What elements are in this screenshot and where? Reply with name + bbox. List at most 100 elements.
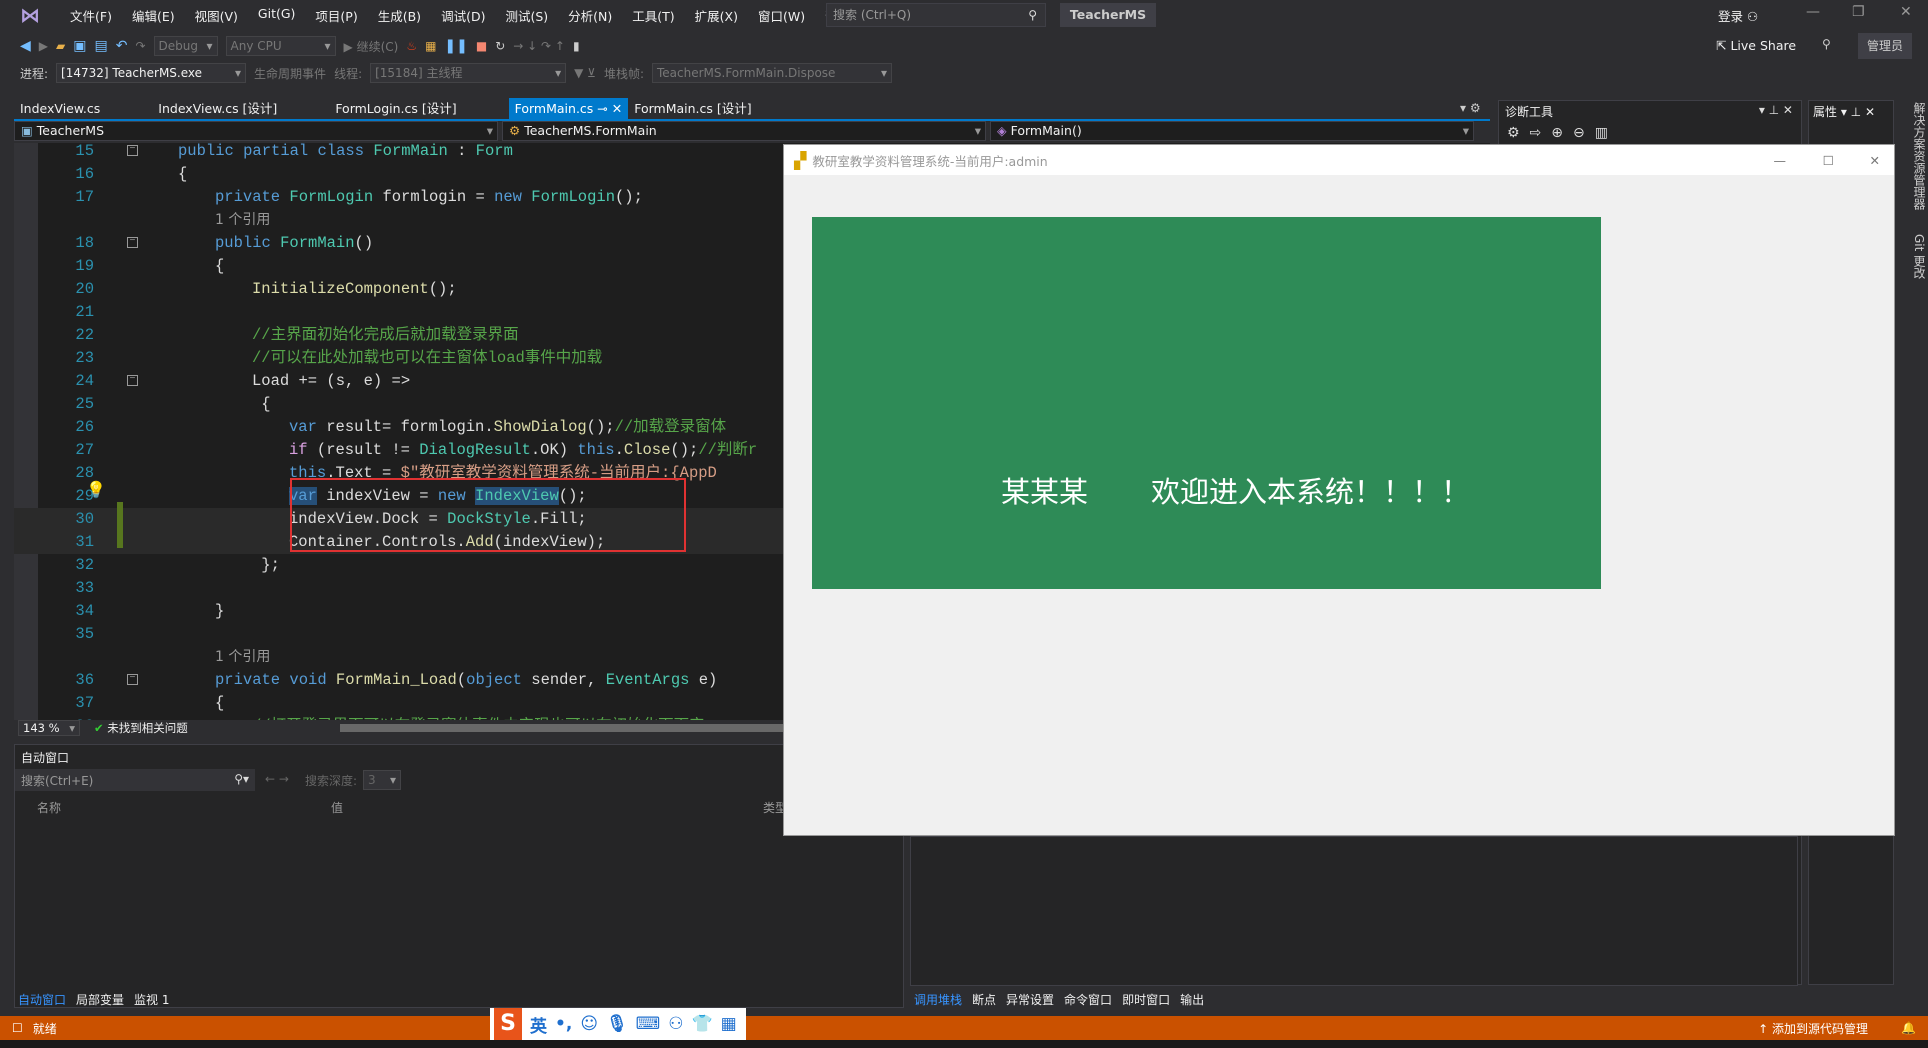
save-all-icon[interactable]: ▤ xyxy=(94,38,107,54)
restore-button[interactable]: ❐ xyxy=(1852,4,1865,20)
line-number: 33 xyxy=(75,579,94,597)
collapse-icon[interactable]: − xyxy=(127,145,138,156)
configuration-select[interactable]: Debug xyxy=(153,36,218,56)
hot-reload-icon[interactable]: ♨ xyxy=(406,39,417,53)
tab-autos[interactable]: 自动窗口 xyxy=(18,991,66,1008)
menu-item[interactable]: 视图(V) xyxy=(185,6,248,25)
menu-item[interactable]: 调试(D) xyxy=(431,6,495,25)
microphone-icon[interactable]: 🎙 xyxy=(606,1014,628,1034)
keyboard-icon[interactable]: ⌨ xyxy=(636,1014,661,1034)
signin-button[interactable]: 登录 ⚇ xyxy=(1718,6,1758,25)
source-control-button[interactable]: ↑ 添加到源代码管理 xyxy=(1758,1020,1868,1037)
restart-icon[interactable]: ↻ xyxy=(495,39,505,53)
zoom-select[interactable]: 143 % xyxy=(18,720,80,736)
save-icon[interactable]: ▣ xyxy=(73,38,86,54)
codelens-references[interactable]: 1 个引用 xyxy=(215,649,270,665)
git-changes-tab[interactable]: Git 更改 xyxy=(1906,224,1928,289)
autos-title: 自动窗口 xyxy=(21,751,70,765)
tab-close-icon[interactable]: ⊸ ✕ xyxy=(593,101,622,116)
collapse-icon[interactable]: − xyxy=(127,375,138,386)
codelens-references[interactable]: 1 个引用 xyxy=(215,212,270,228)
panel-controls-icon[interactable]: ▾ ⊥ ✕ xyxy=(1759,103,1793,117)
menu-item[interactable]: 编辑(E) xyxy=(122,6,185,25)
tab-locals[interactable]: 局部变量 xyxy=(76,991,124,1008)
lightbulb-icon[interactable]: 💡 xyxy=(86,480,106,499)
project-name-badge: TeacherMS xyxy=(1060,3,1156,27)
tab-immediate-window[interactable]: 即时窗口 xyxy=(1122,991,1170,1008)
class-dropdown[interactable]: ⚙ TeacherMS.FormMain xyxy=(502,121,986,141)
project-dropdown[interactable]: ▣ TeacherMS xyxy=(14,121,498,141)
nav-arrows-icon[interactable]: ← → xyxy=(265,772,289,786)
menu-item[interactable]: 扩展(X) xyxy=(685,6,748,25)
code-token: (); xyxy=(670,441,699,459)
tab-exception-settings[interactable]: 异常设置 xyxy=(1006,991,1054,1008)
feedback-icon[interactable]: ⚲ xyxy=(1822,37,1831,51)
collapse-icon[interactable]: − xyxy=(127,674,138,685)
process-icon[interactable]: ▦ xyxy=(425,39,436,53)
step-icons[interactable]: → ↓ ↷ ↑ xyxy=(513,39,565,53)
stop-icon[interactable]: ■ xyxy=(476,39,487,53)
tab-call-stack[interactable]: 调用堆栈 xyxy=(914,991,962,1008)
tab-formmain-cs-[interactable]: FormMain.cs [设计] xyxy=(628,98,769,119)
menu-item[interactable]: 生成(B) xyxy=(368,6,431,25)
minimize-button[interactable]: — xyxy=(1806,4,1820,20)
toolbox-icon[interactable]: ▦ xyxy=(721,1014,737,1034)
live-share-button[interactable]: ⇱ Live Share xyxy=(1716,38,1796,53)
menu-item[interactable]: 窗口(W) xyxy=(748,6,815,25)
platform-select[interactable]: Any CPU xyxy=(225,36,336,56)
collapse-icon[interactable]: − xyxy=(127,237,138,248)
pause-icon[interactable]: ❚❚ xyxy=(444,38,467,54)
column-name[interactable]: 名称 xyxy=(37,799,61,816)
search-input[interactable]: 搜索 (Ctrl+Q) ⚲ xyxy=(826,3,1046,27)
depth-select[interactable]: 3 xyxy=(363,770,401,790)
thread-select[interactable]: [15184] 主线程 xyxy=(370,63,567,83)
panel-controls-icon[interactable]: ▾ ⊥ ✕ xyxy=(1841,105,1875,119)
member-label: FormMain() xyxy=(1010,123,1082,138)
skin-icon[interactable]: 👕 xyxy=(691,1014,712,1034)
app-close-button[interactable]: ✕ xyxy=(1870,153,1880,168)
member-dropdown[interactable]: ◈ FormMain() xyxy=(990,121,1474,141)
solution-explorer-tab[interactable]: 解决方案资源管理器 xyxy=(1906,92,1928,220)
lifecycle-events-button[interactable]: 生命周期事件 xyxy=(254,65,326,82)
open-folder-icon[interactable]: ▰ xyxy=(56,39,65,53)
tab-formlogin-cs-[interactable]: FormLogin.cs [设计] xyxy=(329,98,474,119)
close-button[interactable]: ✕ xyxy=(1900,4,1912,20)
forward-icon[interactable]: ▶ xyxy=(39,39,48,53)
back-icon[interactable]: ◀ xyxy=(20,38,31,54)
taskbar xyxy=(0,1040,1928,1048)
undo-icon[interactable]: ↶ xyxy=(116,38,128,54)
tab-output[interactable]: 输出 xyxy=(1180,991,1204,1008)
redo-icon[interactable]: ↷ xyxy=(135,39,145,53)
notification-icon[interactable]: 🔔 xyxy=(1901,1021,1916,1035)
stack-frame-select[interactable]: TeacherMS.FormMain.Dispose xyxy=(651,63,892,83)
column-value[interactable]: 值 xyxy=(331,799,343,816)
continue-button[interactable]: ▶ 继续(C) xyxy=(344,38,399,55)
punctuation-icon[interactable]: •, xyxy=(555,1014,572,1034)
user-icon[interactable]: ⚇ xyxy=(668,1014,683,1034)
menu-item[interactable]: Git(G) xyxy=(248,6,306,25)
autos-search-input[interactable]: 搜索(Ctrl+E) ⚲▾ xyxy=(15,769,255,791)
tab-watch-1[interactable]: 监视 1 xyxy=(134,991,169,1008)
ime-language-toggle[interactable]: 英 xyxy=(530,1012,547,1037)
menu-item[interactable]: 文件(F) xyxy=(60,6,122,25)
tab-formmain-cs[interactable]: FormMain.cs ⊸ ✕ xyxy=(508,98,629,119)
emoji-icon[interactable]: ☺ xyxy=(580,1014,598,1034)
menu-item[interactable]: 工具(T) xyxy=(622,6,684,25)
diagnostic-toolbar-icons[interactable]: ⚙⇨⊕⊖▥ xyxy=(1507,125,1618,141)
tab-overflow-icon[interactable]: ▾ ⚙ xyxy=(1460,101,1481,115)
line-number: 17 xyxy=(75,188,94,206)
tab-breakpoints[interactable]: 断点 xyxy=(972,991,996,1008)
menu-item[interactable]: 项目(P) xyxy=(305,6,367,25)
menu-item[interactable]: 测试(S) xyxy=(495,6,558,25)
tab-command-window[interactable]: 命令窗口 xyxy=(1064,991,1112,1008)
filter-icon[interactable]: ▼ ⊻ xyxy=(574,66,596,80)
process-select[interactable]: [14732] TeacherMS.exe xyxy=(56,63,247,83)
app-maximize-button[interactable]: ☐ xyxy=(1823,153,1834,168)
line-number: 26 xyxy=(75,418,94,436)
tab-indexview-cs-[interactable]: IndexView.cs [设计] xyxy=(152,98,295,119)
bookmark-icon[interactable]: ▮ xyxy=(573,39,580,53)
issues-indicator[interactable]: ✔ 未找到相关问题 xyxy=(94,720,188,736)
tab-indexview-cs[interactable]: IndexView.cs xyxy=(14,98,118,119)
menu-item[interactable]: 分析(N) xyxy=(558,6,622,25)
app-minimize-button[interactable]: — xyxy=(1774,153,1787,168)
